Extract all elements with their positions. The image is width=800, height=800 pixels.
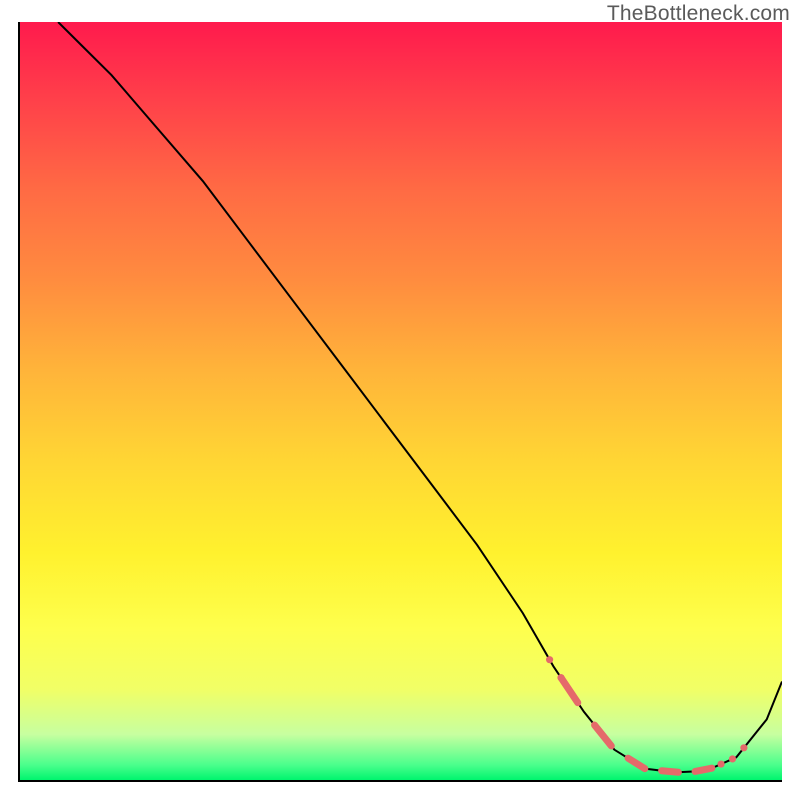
curve-line — [58, 22, 782, 772]
plot-area — [18, 22, 782, 782]
chart-container: TheBottleneck.com — [0, 0, 800, 800]
highlight-segment — [546, 656, 747, 772]
chart-svg — [20, 22, 782, 780]
